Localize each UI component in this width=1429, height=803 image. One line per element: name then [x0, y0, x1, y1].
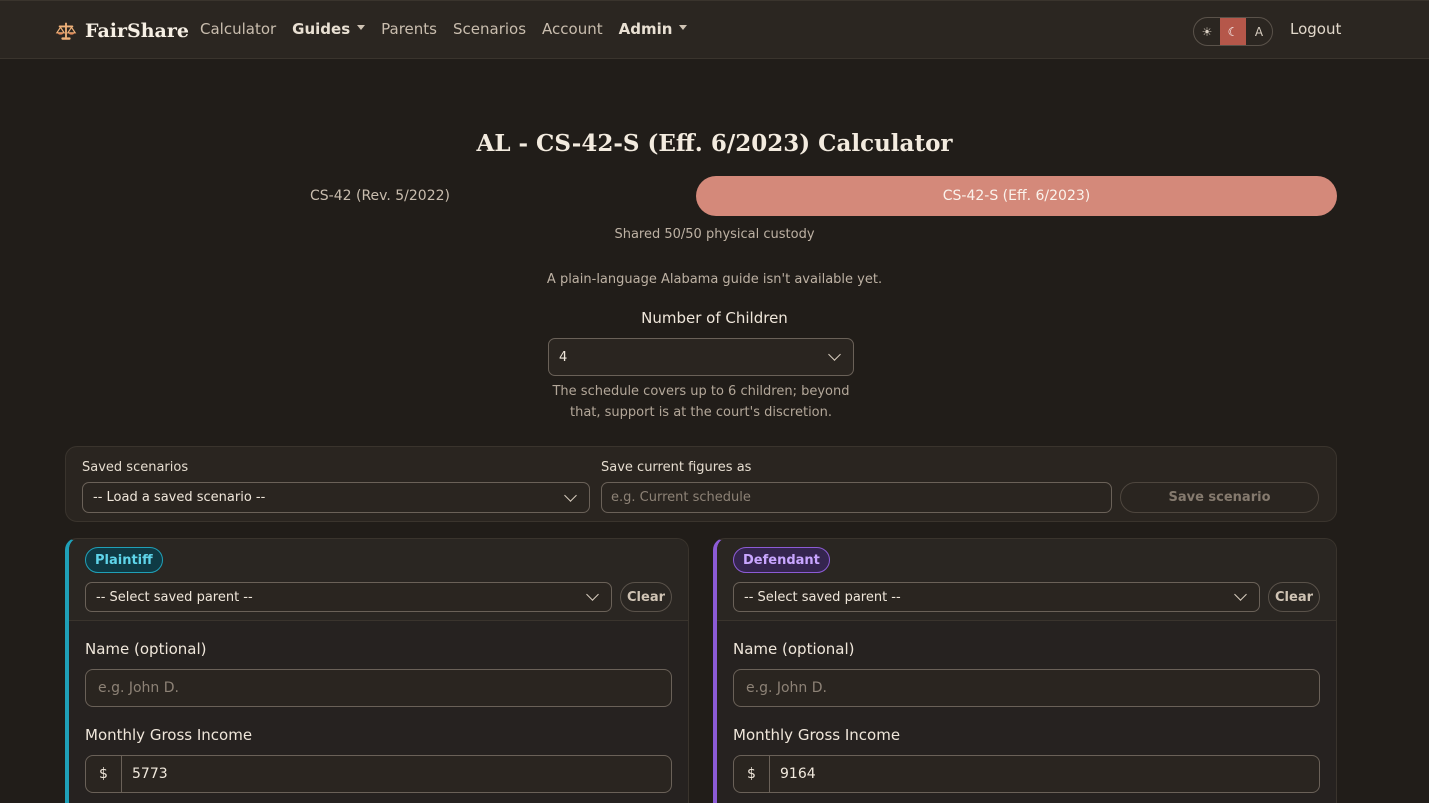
plaintiff-income-input[interactable]: $ 5773 — [85, 755, 672, 793]
chevron-down-icon — [828, 348, 841, 361]
nav-account[interactable]: Account — [542, 20, 603, 38]
plaintiff-name-placeholder: e.g. John D. — [98, 680, 179, 696]
plaintiff-badge: Plaintiff — [85, 547, 163, 573]
saved-scenarios-label: Saved scenarios — [82, 460, 189, 475]
nav-admin-label: Admin — [618, 20, 673, 38]
theme-toggle: ☀ ☾ A — [1193, 17, 1273, 46]
plaintiff-saved-parent-select[interactable]: -- Select saved parent -- — [85, 582, 612, 612]
caret-down-icon — [357, 25, 366, 30]
plaintiff-select-value: -- Select saved parent -- — [96, 589, 253, 605]
brand-name: FairShare — [85, 20, 189, 42]
plaintiff-income-label: Monthly Gross Income — [85, 726, 253, 744]
tab-cs-42-s[interactable]: CS-42-S (Eff. 6/2023) — [696, 176, 1337, 216]
defendant-clear-button[interactable]: Clear — [1268, 582, 1320, 612]
save-scenario-placeholder: e.g. Current schedule — [611, 490, 751, 505]
children-help-line-1: The schedule covers up to 6 children; be… — [552, 384, 850, 399]
chevron-down-icon — [1234, 588, 1247, 601]
plaintiff-card: Plaintiff -- Select saved parent -- Clea… — [65, 538, 689, 803]
chevron-down-icon — [564, 488, 577, 502]
save-as-label: Save current figures as — [601, 460, 752, 475]
saved-scenario-select[interactable]: -- Load a saved scenario -- — [82, 482, 590, 513]
dollar-prefix: $ — [734, 756, 770, 792]
nav-admin[interactable]: Admin — [619, 20, 688, 38]
children-help-text: The schedule covers up to 6 children; be… — [540, 381, 862, 423]
dollar-prefix: $ — [86, 756, 122, 792]
scenario-bar: Saved scenarios -- Load a saved scenario… — [65, 446, 1337, 522]
nav-calculator[interactable]: Calculator — [200, 20, 276, 38]
plaintiff-name-input[interactable]: e.g. John D. — [85, 669, 672, 707]
children-help-line-2: that, support is at the court's discreti… — [569, 405, 833, 420]
defendant-select-value: -- Select saved parent -- — [744, 589, 901, 605]
light-theme-sun-icon[interactable]: ☀ — [1194, 18, 1220, 45]
defendant-card: Defendant -- Select saved parent -- Clea… — [713, 538, 1337, 803]
dark-theme-moon-icon[interactable]: ☾ — [1220, 18, 1246, 45]
defendant-saved-parent-select[interactable]: -- Select saved parent -- — [733, 582, 1260, 612]
logout-link[interactable]: Logout — [1290, 20, 1341, 38]
nav-guides[interactable]: Guides — [292, 20, 366, 38]
plaintiff-clear-button[interactable]: Clear — [620, 582, 672, 612]
defendant-name-placeholder: e.g. John D. — [746, 680, 827, 696]
children-label: Number of Children — [641, 309, 788, 327]
scales-icon — [55, 22, 77, 40]
defendant-card-header: Defendant -- Select saved parent -- Clea… — [717, 539, 1336, 621]
defendant-income-input[interactable]: $ 9164 — [733, 755, 1320, 793]
defendant-badge: Defendant — [733, 547, 830, 573]
guide-note: A plain-language Alabama guide isn't ava… — [546, 272, 883, 287]
nav-scenarios[interactable]: Scenarios — [453, 20, 526, 38]
main-nav: Calculator Guides Parents Scenarios Acco… — [200, 20, 703, 38]
saved-scenario-value: -- Load a saved scenario -- — [93, 490, 266, 505]
plaintiff-card-header: Plaintiff -- Select saved parent -- Clea… — [69, 539, 688, 621]
auto-theme-button[interactable]: A — [1246, 18, 1272, 45]
plaintiff-income-value: 5773 — [132, 766, 168, 782]
plaintiff-name-label: Name (optional) — [85, 640, 207, 658]
save-scenario-button[interactable]: Save scenario — [1120, 482, 1319, 513]
save-scenario-input[interactable]: e.g. Current schedule — [601, 482, 1112, 513]
chevron-down-icon — [586, 588, 599, 601]
page-title: AL - CS-42-S (Eff. 6/2023) Calculator — [476, 130, 953, 157]
nav-guides-label: Guides — [292, 20, 351, 38]
brand-logo[interactable]: FairShare — [55, 18, 189, 44]
children-value: 4 — [559, 349, 568, 365]
defendant-name-input[interactable]: e.g. John D. — [733, 669, 1320, 707]
caret-down-icon — [679, 25, 688, 30]
tab-cs-42[interactable]: CS-42 (Rev. 5/2022) — [65, 176, 695, 216]
children-select[interactable]: 4 — [548, 338, 854, 376]
defendant-income-label: Monthly Gross Income — [733, 726, 901, 744]
defendant-income-value: 9164 — [780, 766, 816, 782]
defendant-name-label: Name (optional) — [733, 640, 855, 658]
nav-parents[interactable]: Parents — [381, 20, 437, 38]
custody-note: Shared 50/50 physical custody — [614, 227, 815, 242]
top-navbar: FairShare Calculator Guides Parents Scen… — [0, 0, 1429, 59]
